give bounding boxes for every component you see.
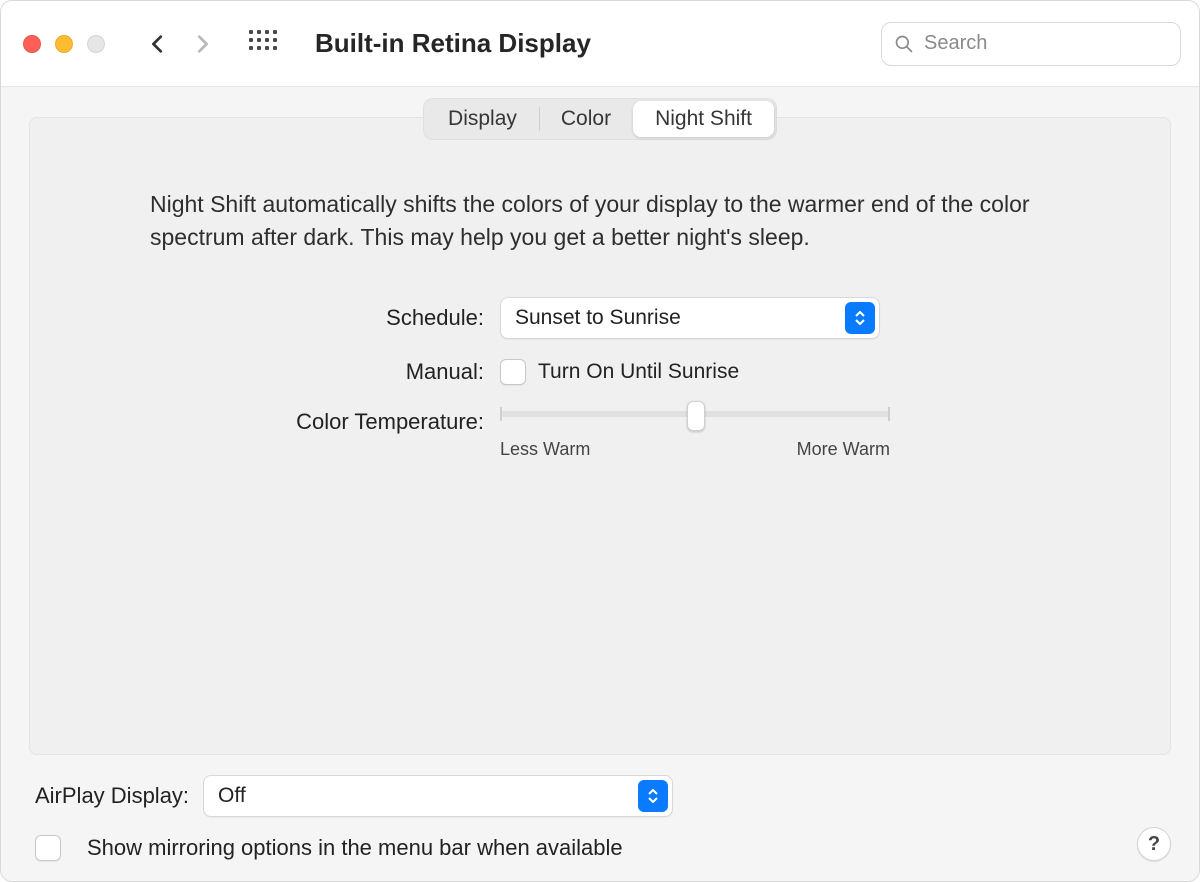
settings-panel: Display Color Night Shift Night Shift au… [29,117,1171,755]
night-shift-description: Night Shift automatically shifts the col… [150,188,1050,255]
popup-stepper-icon [638,780,668,812]
zoom-window-button [87,35,105,53]
bottom-area: AirPlay Display: Off Show mirroring opti… [29,755,1171,861]
body: Display Color Night Shift Night Shift au… [1,87,1199,881]
popup-stepper-icon [845,302,875,334]
preferences-window: Built-in Retina Display Display Color Ni… [0,0,1200,882]
search-input[interactable] [924,32,1168,55]
mirroring-checkbox[interactable] [35,835,61,861]
toolbar: Built-in Retina Display [1,1,1199,87]
schedule-value: Sunset to Sunrise [515,306,681,330]
mirroring-row: Show mirroring options in the menu bar w… [35,835,1165,861]
colortemp-label: Color Temperature: [220,405,500,435]
window-controls [23,35,105,53]
search-field[interactable] [881,22,1181,66]
back-button[interactable] [147,33,169,55]
tab-display[interactable]: Display [426,101,539,137]
help-button[interactable]: ? [1137,827,1171,861]
tab-night-shift[interactable]: Night Shift [633,101,774,137]
forward-button [191,33,213,55]
minimize-window-button[interactable] [55,35,73,53]
colortemp-row: Color Temperature: Less Warm More Warm [220,405,980,460]
schedule-popup[interactable]: Sunset to Sunrise [500,297,880,339]
tabs: Display Color Night Shift [423,98,777,140]
page-title: Built-in Retina Display [315,28,591,59]
manual-label: Manual: [220,359,500,385]
slider-min-label: Less Warm [500,439,590,460]
slider-track [500,411,890,417]
manual-checkbox-label: Turn On Until Sunrise [538,360,739,384]
slider-max-label: More Warm [797,439,890,460]
mirroring-label: Show mirroring options in the menu bar w… [87,835,623,861]
airplay-popup[interactable]: Off [203,775,673,817]
close-window-button[interactable] [23,35,41,53]
slider-labels: Less Warm More Warm [500,439,890,460]
search-icon [894,34,914,54]
slider-thumb[interactable] [687,401,705,431]
manual-checkbox[interactable] [500,359,526,385]
nav-arrows [147,33,213,55]
show-all-prefs-button[interactable] [249,30,277,58]
schedule-row: Schedule: Sunset to Sunrise [220,297,980,339]
colortemp-slider[interactable]: Less Warm More Warm [500,405,890,460]
schedule-label: Schedule: [220,305,500,331]
tab-color[interactable]: Color [539,101,633,137]
night-shift-form: Schedule: Sunset to Sunrise Manual: [220,297,980,460]
airplay-label: AirPlay Display: [35,783,189,809]
airplay-value: Off [218,784,246,808]
airplay-row: AirPlay Display: Off [35,775,1165,817]
manual-row: Manual: Turn On Until Sunrise [220,359,980,385]
